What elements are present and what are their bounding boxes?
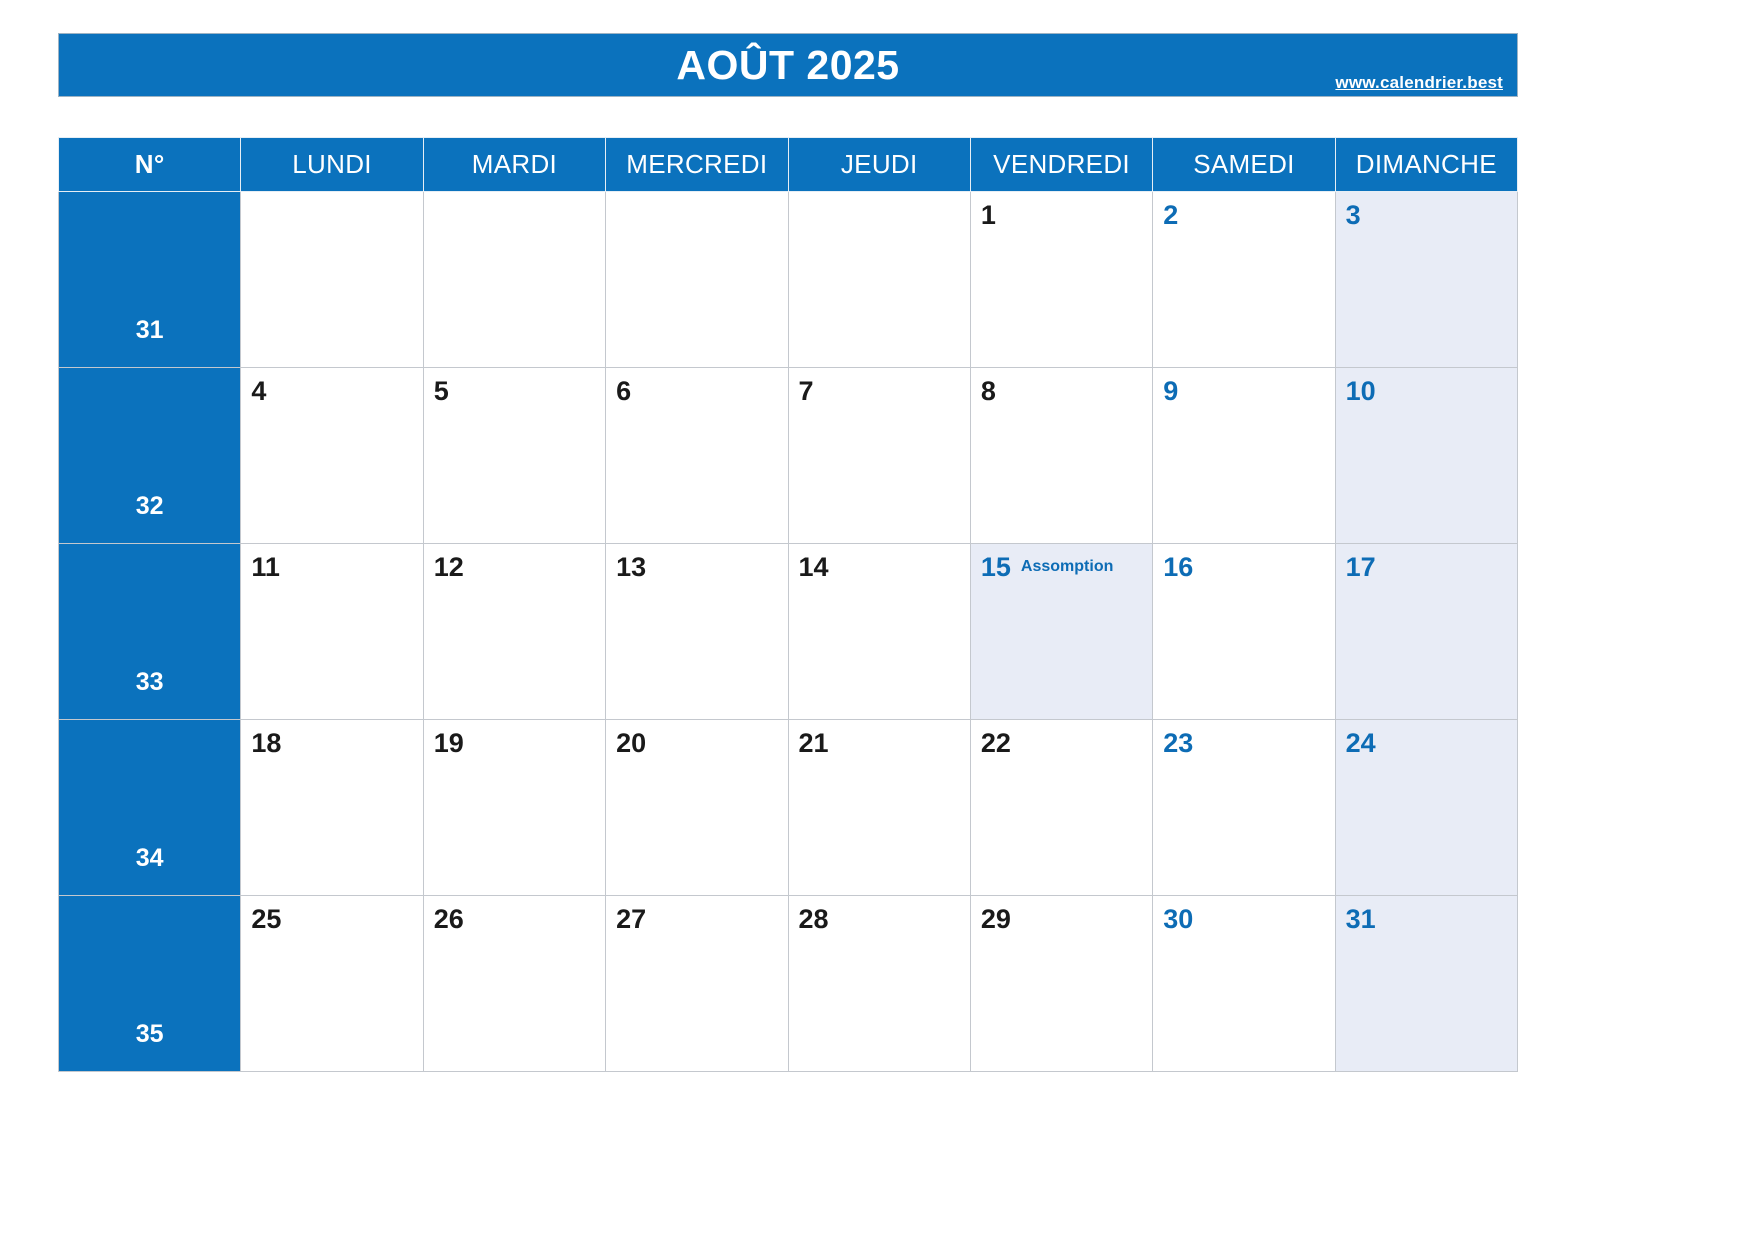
day-number: 2 — [1163, 200, 1179, 230]
week-number-cell: 31 — [57, 191, 242, 368]
day-cell[interactable]: 5 — [422, 367, 607, 544]
day-cell[interactable]: 15 Assomption — [969, 543, 1154, 720]
day-cell[interactable]: 24 — [1334, 719, 1519, 896]
day-number: 3 — [1345, 200, 1361, 230]
calendar-week-row: 32 4 5 6 7 8 9 10 — [57, 367, 1519, 544]
day-cell[interactable]: 8 — [969, 367, 1154, 544]
day-number: 27 — [616, 904, 647, 934]
column-header-mon: LUNDI — [240, 137, 424, 192]
week-number-cell: 32 — [57, 367, 242, 544]
column-header-thu: JEUDI — [787, 137, 971, 192]
day-number: 6 — [616, 376, 632, 406]
page-title: AOÛT 2025 — [676, 42, 900, 88]
day-number: 21 — [798, 728, 829, 758]
calendar-table: N° LUNDI MARDI MERCREDI JEUDI VENDREDI SAMEDI D… — [57, 137, 1519, 1072]
calendar-title-bar: AOÛT 2025 www.calendrier.best — [58, 33, 1518, 97]
day-number: 23 — [1163, 728, 1194, 758]
day-number: 29 — [980, 904, 1011, 934]
week-number-cell: 34 — [57, 719, 242, 896]
day-number: 5 — [433, 376, 449, 406]
day-cell[interactable]: 30 — [1152, 895, 1336, 1072]
day-number: 13 — [616, 552, 647, 582]
calendar-week-row: 31 1 2 3 — [57, 191, 1519, 368]
day-cell[interactable]: 6 — [605, 367, 789, 544]
day-number: 11 — [251, 552, 280, 582]
day-number: 1 — [980, 200, 996, 230]
column-header-sat: SAMEDI — [1152, 137, 1336, 192]
day-number: 19 — [433, 728, 464, 758]
week-number-cell: 33 — [57, 543, 242, 720]
day-cell[interactable]: 11 — [240, 543, 424, 720]
day-cell[interactable]: 14 — [787, 543, 971, 720]
day-cell[interactable]: 20 — [605, 719, 789, 896]
day-number: 4 — [251, 376, 267, 406]
day-cell[interactable]: 12 — [422, 543, 607, 720]
day-cell-empty[interactable] — [787, 191, 971, 368]
day-number: 18 — [251, 728, 282, 758]
column-header-fri: VENDREDI — [969, 137, 1154, 192]
column-header-sun: DIMANCHE — [1334, 137, 1519, 192]
day-number: 17 — [1345, 552, 1376, 582]
day-number: 26 — [433, 904, 464, 934]
day-cell[interactable]: 25 — [240, 895, 424, 1072]
calendar-header-row: N° LUNDI MARDI MERCREDI JEUDI VENDREDI SAMEDI D… — [57, 137, 1519, 192]
holiday-label: Assomption — [1020, 558, 1114, 575]
day-number: 15 — [980, 552, 1011, 582]
column-header-wed: MERCREDI — [605, 137, 789, 192]
day-number: 24 — [1345, 728, 1376, 758]
day-cell[interactable]: 1 — [969, 191, 1154, 368]
website-link[interactable]: www.calendrier.best — [1335, 73, 1503, 93]
day-cell[interactable]: 18 — [240, 719, 424, 896]
day-cell[interactable]: 7 — [787, 367, 971, 544]
day-cell[interactable]: 3 — [1334, 191, 1519, 368]
day-number: 14 — [798, 552, 829, 582]
day-cell[interactable]: 22 — [969, 719, 1154, 896]
day-number: 30 — [1163, 904, 1194, 934]
day-cell[interactable]: 4 — [240, 367, 424, 544]
day-number: 20 — [616, 728, 647, 758]
day-cell[interactable]: 16 — [1152, 543, 1336, 720]
day-number: 16 — [1163, 552, 1194, 582]
calendar-week-row: 34 18 19 20 21 22 23 24 — [57, 719, 1519, 896]
day-cell[interactable]: 19 — [422, 719, 607, 896]
day-number: 7 — [798, 376, 814, 406]
day-cell[interactable]: 21 — [787, 719, 971, 896]
calendar-week-row: 33 11 12 13 14 15 Assomption 16 17 — [57, 543, 1519, 720]
day-cell[interactable]: 27 — [605, 895, 789, 1072]
day-cell[interactable]: 26 — [422, 895, 607, 1072]
column-header-wk: N° — [57, 137, 242, 192]
day-number: 10 — [1345, 376, 1376, 406]
week-number-cell: 35 — [57, 895, 242, 1072]
day-number: 12 — [433, 552, 464, 582]
day-number: 9 — [1163, 376, 1179, 406]
day-number: 25 — [251, 904, 282, 934]
calendar-body: 31 1 2 3 32 4 5 6 7 8 9 10 33 11 12 13 14 15 Assomption 16 1… — [57, 191, 1519, 1072]
day-cell[interactable]: 28 — [787, 895, 971, 1072]
column-header-tue: MARDI — [422, 137, 607, 192]
day-cell[interactable]: 17 — [1334, 543, 1519, 720]
day-cell[interactable]: 10 — [1334, 367, 1519, 544]
day-number: 31 — [1345, 904, 1376, 934]
calendar-page: AOÛT 2025 www.calendrier.best N° LUNDI MAR… — [0, 0, 1754, 1240]
day-number: 22 — [980, 728, 1011, 758]
day-cell[interactable]: 23 — [1152, 719, 1336, 896]
day-number: 28 — [798, 904, 829, 934]
day-cell-empty[interactable] — [240, 191, 424, 368]
day-number: 8 — [980, 376, 996, 406]
day-cell[interactable]: 9 — [1152, 367, 1336, 544]
calendar-week-row: 35 25 26 27 28 29 30 31 — [57, 895, 1519, 1072]
day-cell[interactable]: 29 — [969, 895, 1154, 1072]
day-cell-empty[interactable] — [605, 191, 789, 368]
weekday-header-row: N° LUNDI MARDI MERCREDI JEUDI VENDREDI SAMEDI D… — [57, 137, 1519, 192]
day-cell[interactable]: 13 — [605, 543, 789, 720]
day-cell[interactable]: 2 — [1152, 191, 1336, 368]
day-cell[interactable]: 31 — [1334, 895, 1519, 1072]
day-cell-empty[interactable] — [422, 191, 607, 368]
